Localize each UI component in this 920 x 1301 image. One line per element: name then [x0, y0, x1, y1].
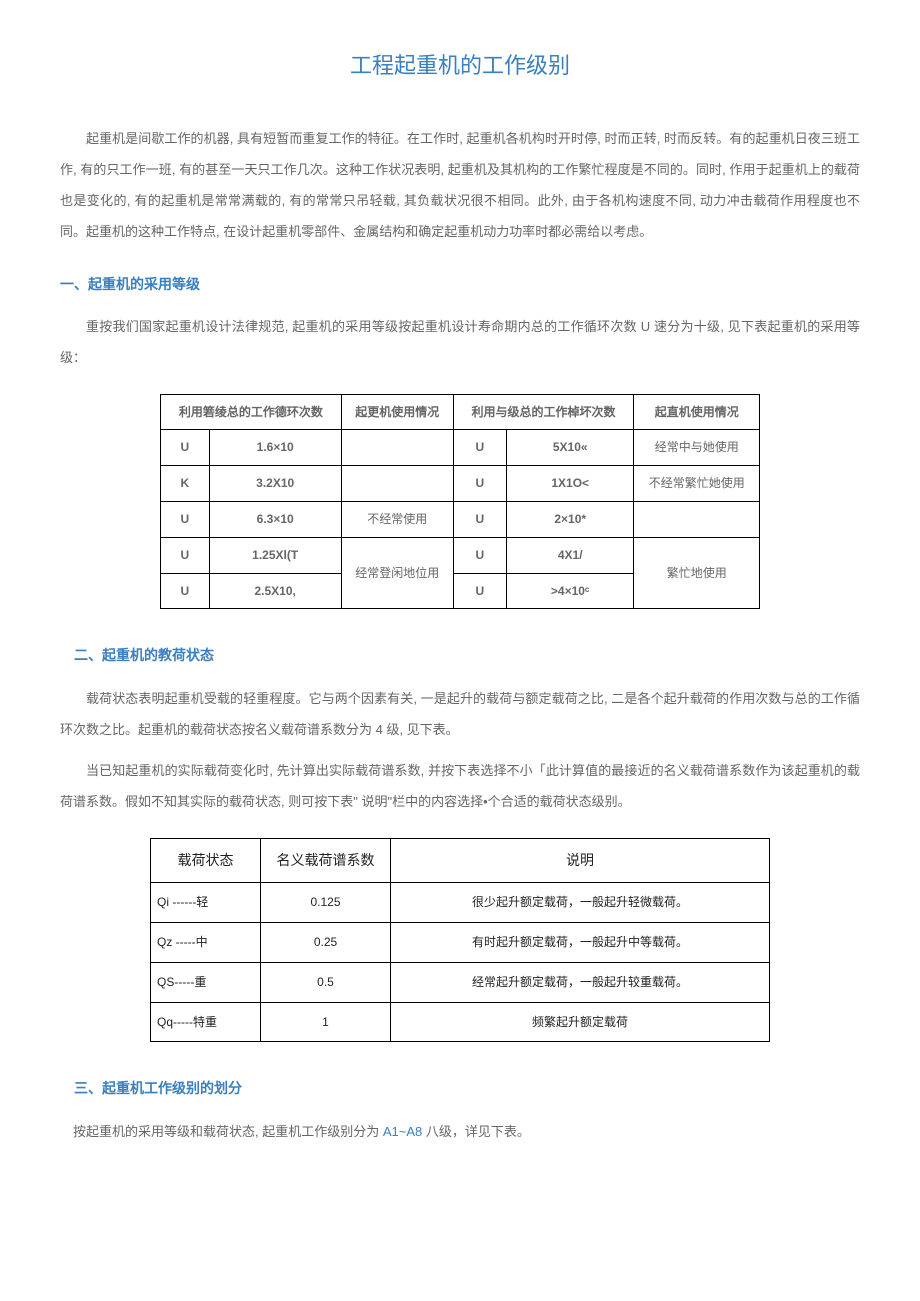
p1-highlight: A1~A8 [383, 1124, 422, 1139]
page-title: 工程起重机的工作级别 [60, 40, 860, 93]
cell: 不经常繁忙她使用 [634, 466, 760, 502]
section-3-p1: 按起重机的采用等级和载荷状态, 起重机工作级别分为 A1~A8 八级，详见下表。 [60, 1116, 860, 1147]
section-1-heading: 一、起重机的采用等级 [60, 268, 860, 302]
cell: 经常起升额定载荷，一般起升较重载荷。 [391, 962, 770, 1002]
table-row: Qz -----中 0.25 有时起升额定载荷，一般起升中等载荷。 [151, 923, 770, 963]
table-row: U 1.25Xl(T 经常登闲地位用 U 4X1/ 繁忙地使用 [161, 537, 760, 573]
cell: 5X10« [507, 430, 634, 466]
usage-level-table: 利用箬绫总的工作德环次数 起更机使用情况 利用与级总的工作棹坏次数 起直机使用情… [160, 394, 760, 610]
cell: U [161, 430, 210, 466]
t2-h1: 载荷状态 [151, 838, 261, 883]
cell: 4X1/ [507, 537, 634, 573]
cell: U [161, 537, 210, 573]
load-state-table: 载荷状态 名义载荷谱系数 说明 Qi ------轻 0.125 很少起升额定载… [150, 838, 770, 1043]
cell: 3.2X10 [209, 466, 341, 502]
cell: 频繁起升额定载荷 [391, 1002, 770, 1042]
section-2-heading: 二、起重机的教荷状态 [74, 639, 860, 673]
cell [341, 466, 453, 502]
cell: 经常中与她使用 [634, 430, 760, 466]
cell: 繁忙地使用 [634, 537, 760, 609]
table-row: K 3.2X10 U 1X1O< 不经常繁忙她使用 [161, 466, 760, 502]
cell: U [453, 466, 506, 502]
cell: U [161, 573, 210, 609]
cell [634, 501, 760, 537]
cell: Qi ------轻 [151, 883, 261, 923]
cell: U [453, 573, 506, 609]
cell: 2.5X10, [209, 573, 341, 609]
table-row: U 1.6×10 U 5X10« 经常中与她使用 [161, 430, 760, 466]
intro-paragraph: 起重机是间歇工作的机器, 具有短暂而重复工作的特征。在工作时, 起重机各机构时开… [60, 123, 860, 248]
t1-h1: 利用箬绫总的工作德环次数 [161, 394, 342, 430]
cell: 0.25 [261, 923, 391, 963]
p1-pre: 按起重机的采用等级和载荷状态, 起重机工作级别分为 [73, 1124, 383, 1139]
table-row: 载荷状态 名义载荷谱系数 说明 [151, 838, 770, 883]
section-3-heading: 三、起重机工作级别的划分 [74, 1072, 860, 1106]
cell: 0.5 [261, 962, 391, 1002]
cell: U [453, 537, 506, 573]
table-row: Qq-----特重 1 频繁起升额定载荷 [151, 1002, 770, 1042]
section-1-p1: 重按我们国家起重机设计法律规范, 起重机的采用等级按起重机设计寿命期内总的工作循… [60, 311, 860, 373]
cell: U [453, 501, 506, 537]
cell: U [161, 501, 210, 537]
cell: 1 [261, 1002, 391, 1042]
t1-h2: 起更机使用情况 [341, 394, 453, 430]
cell: 0.125 [261, 883, 391, 923]
table-row: U 6.3×10 不经常使用 U 2×10* [161, 501, 760, 537]
cell: QS-----重 [151, 962, 261, 1002]
cell: Qq-----特重 [151, 1002, 261, 1042]
table-row: 利用箬绫总的工作德环次数 起更机使用情况 利用与级总的工作棹坏次数 起直机使用情… [161, 394, 760, 430]
cell: U [453, 430, 506, 466]
cell: K [161, 466, 210, 502]
cell: >4×10ᶜ [507, 573, 634, 609]
t1-h3: 利用与级总的工作棹坏次数 [453, 394, 634, 430]
cell: Qz -----中 [151, 923, 261, 963]
cell [341, 430, 453, 466]
t2-h3: 说明 [391, 838, 770, 883]
t1-h4: 起直机使用情况 [634, 394, 760, 430]
table-row: QS-----重 0.5 经常起升额定载荷，一般起升较重载荷。 [151, 962, 770, 1002]
cell: 1.25Xl(T [209, 537, 341, 573]
cell: 6.3×10 [209, 501, 341, 537]
section-2-p2: 当已知起重机的实际载荷变化时, 先计算出实际载荷谱系数, 并按下表选择不小「此计… [60, 755, 860, 817]
p1-post: 八级，详见下表。 [422, 1124, 530, 1139]
cell: 不经常使用 [341, 501, 453, 537]
cell: 很少起升额定载荷，一般起升轻微载荷。 [391, 883, 770, 923]
cell: 1.6×10 [209, 430, 341, 466]
t2-h2: 名义载荷谱系数 [261, 838, 391, 883]
table-row: Qi ------轻 0.125 很少起升额定载荷，一般起升轻微载荷。 [151, 883, 770, 923]
cell: 经常登闲地位用 [341, 537, 453, 609]
cell: 有时起升额定载荷，一般起升中等载荷。 [391, 923, 770, 963]
cell: 1X1O< [507, 466, 634, 502]
cell: 2×10* [507, 501, 634, 537]
section-2-p1: 载荷状态表明起重机受载的轻重程度。它与两个因素有关, 一是起升的载荷与额定载荷之… [60, 683, 860, 745]
